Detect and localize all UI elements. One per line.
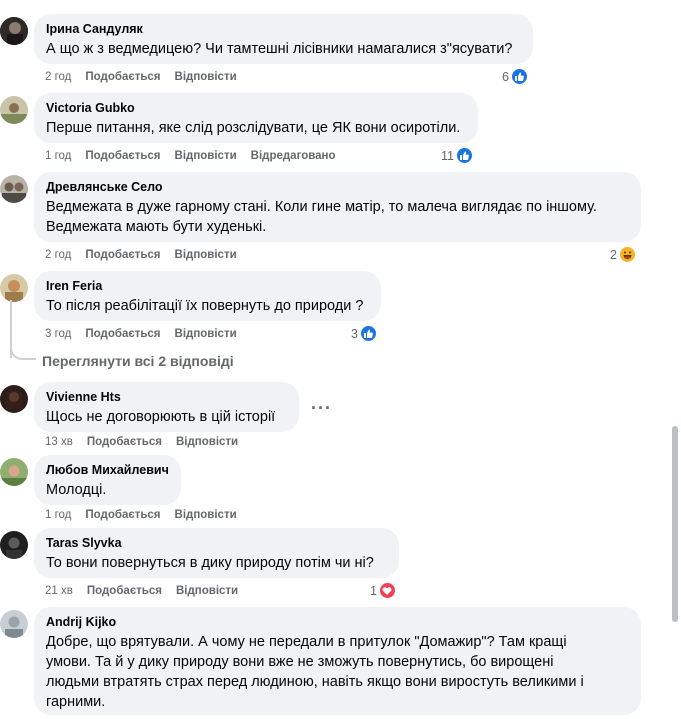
avatar[interactable] — [0, 385, 28, 413]
edited-label[interactable]: Відредаговано — [251, 150, 336, 162]
comment-text: А що ж з ведмедицею? Чи тамтешні лісівни… — [46, 41, 513, 57]
haha-icon — [618, 246, 636, 263]
comment-bubble: Ірина Сандуляк А що ж з ведмедицею? Чи т… — [34, 14, 533, 64]
comment-text: Ведмежата мають бути худенькі. — [46, 219, 267, 235]
comment-text: людьми втратять страх перед людиною, нав… — [46, 674, 584, 690]
avatar[interactable] — [0, 175, 28, 203]
reply-button[interactable]: Відповісти — [175, 249, 237, 261]
comment-author[interactable]: Taras Slyvka — [46, 535, 387, 551]
avatar[interactable] — [0, 531, 28, 559]
like-button[interactable]: Подобається — [85, 328, 160, 340]
avatar[interactable] — [0, 458, 28, 486]
like-button[interactable]: Подобається — [87, 585, 162, 597]
comment-bubble: Iren Feria То після реабілітації їх пове… — [34, 271, 381, 321]
comment-author[interactable]: Victoria Gubko — [46, 100, 466, 116]
reaction-count: 3 — [351, 326, 358, 341]
reaction-summary[interactable]: 11 — [441, 147, 473, 164]
love-icon — [378, 582, 396, 599]
comment-text: гарними. — [46, 694, 106, 710]
reaction-summary[interactable]: 2 — [610, 246, 636, 263]
comment-text: То вони повернуться в дику природу потім… — [46, 555, 374, 571]
like-button[interactable]: Подобається — [85, 150, 160, 162]
thread-line-elbow — [10, 344, 36, 360]
comment-text: умови. Та й у дику природу вони вже не з… — [46, 654, 554, 670]
like-icon — [359, 325, 377, 342]
reaction-summary[interactable]: 1 — [370, 582, 396, 599]
comment-author[interactable]: Любов Михайлевич — [46, 462, 169, 478]
like-button[interactable]: Подобається — [85, 71, 160, 83]
comment-text: Добре, що врятували. А чому не передали … — [46, 634, 567, 650]
comment-actions: 21 хв Подобається Відповісти — [45, 585, 252, 597]
comment-time[interactable]: 2 год — [45, 249, 71, 261]
comment-actions: 13 хв Подобається Відповісти — [45, 436, 252, 448]
comment-time[interactable]: 2 год — [45, 71, 71, 83]
comment-text: То після реабілітації їх повернуть до пр… — [46, 298, 364, 314]
comment-actions: 1 год Подобається Відповісти Відредагова… — [45, 150, 350, 162]
avatar[interactable] — [0, 17, 28, 45]
more-options-icon[interactable]: ··· — [311, 398, 332, 419]
comment-author[interactable]: Ірина Сандуляк — [46, 21, 521, 37]
comment-bubble: Любов Михайлевич Молодці. — [34, 455, 181, 505]
comment-author[interactable]: Andrij Kijko — [46, 614, 629, 630]
reply-button[interactable]: Відповісти — [176, 436, 238, 448]
like-button[interactable]: Подобається — [85, 249, 160, 261]
reply-button[interactable]: Відповісти — [175, 328, 237, 340]
comment-time[interactable]: 1 год — [45, 509, 71, 521]
reaction-summary[interactable]: 3 — [351, 325, 377, 342]
comment-time[interactable]: 3 год — [45, 328, 71, 340]
comment-author[interactable]: Iren Feria — [46, 278, 369, 294]
like-icon — [510, 68, 528, 85]
reply-button[interactable]: Відповісти — [175, 150, 237, 162]
reaction-count: 6 — [502, 69, 509, 84]
comment-actions: 3 год Подобається Відповісти — [45, 328, 251, 340]
avatar[interactable] — [0, 610, 28, 638]
avatar[interactable] — [0, 274, 28, 302]
reply-button[interactable]: Відповісти — [176, 585, 238, 597]
comment-bubble: Andrij Kijko Добре, що врятували. А чому… — [34, 607, 641, 715]
reaction-count: 11 — [441, 148, 454, 163]
comment-time[interactable]: 1 год — [45, 150, 71, 162]
scrollbar-thumb[interactable] — [672, 426, 678, 622]
reaction-summary[interactable]: 6 — [502, 68, 528, 85]
like-button[interactable]: Подобається — [87, 436, 162, 448]
reply-button[interactable]: Відповісти — [175, 509, 237, 521]
like-button[interactable]: Подобається — [85, 509, 160, 521]
comment-bubble: Древлянське Село Ведмежата в дуже гарном… — [34, 172, 641, 242]
comment-text: Перше питання, яке слід розслідувати, це… — [46, 120, 461, 136]
comment-bubble: Victoria Gubko Перше питання, яке слід р… — [34, 93, 478, 143]
comment-bubble: Vivienne Hts Щось не договорюють в цій і… — [34, 382, 299, 432]
comment-actions: 2 год Подобається Відповісти — [45, 249, 251, 261]
comment-text: Молодці. — [46, 482, 107, 498]
comment-text: Щось не договорюють в цій історії — [46, 409, 276, 425]
comment-time[interactable]: 13 хв — [45, 436, 73, 448]
comment-actions: 2 год Подобається Відповісти — [45, 71, 251, 83]
reply-button[interactable]: Відповісти — [175, 71, 237, 83]
comment-author[interactable]: Древлянське Село — [46, 179, 629, 195]
avatar[interactable] — [0, 96, 28, 124]
comment-actions: 1 год Подобається Відповісти — [45, 509, 251, 521]
like-icon — [455, 147, 473, 164]
reaction-count: 2 — [610, 247, 617, 262]
comment-text: Ведмежата в дуже гарному стані. Коли гин… — [46, 199, 597, 215]
comment-bubble: Taras Slyvka То вони повернуться в дику … — [34, 528, 399, 578]
comment-author[interactable]: Vivienne Hts — [46, 389, 287, 405]
view-replies-link[interactable]: Переглянути всі 2 відповіді — [42, 353, 234, 369]
reaction-count: 1 — [370, 583, 377, 598]
comment-time[interactable]: 21 хв — [45, 585, 73, 597]
